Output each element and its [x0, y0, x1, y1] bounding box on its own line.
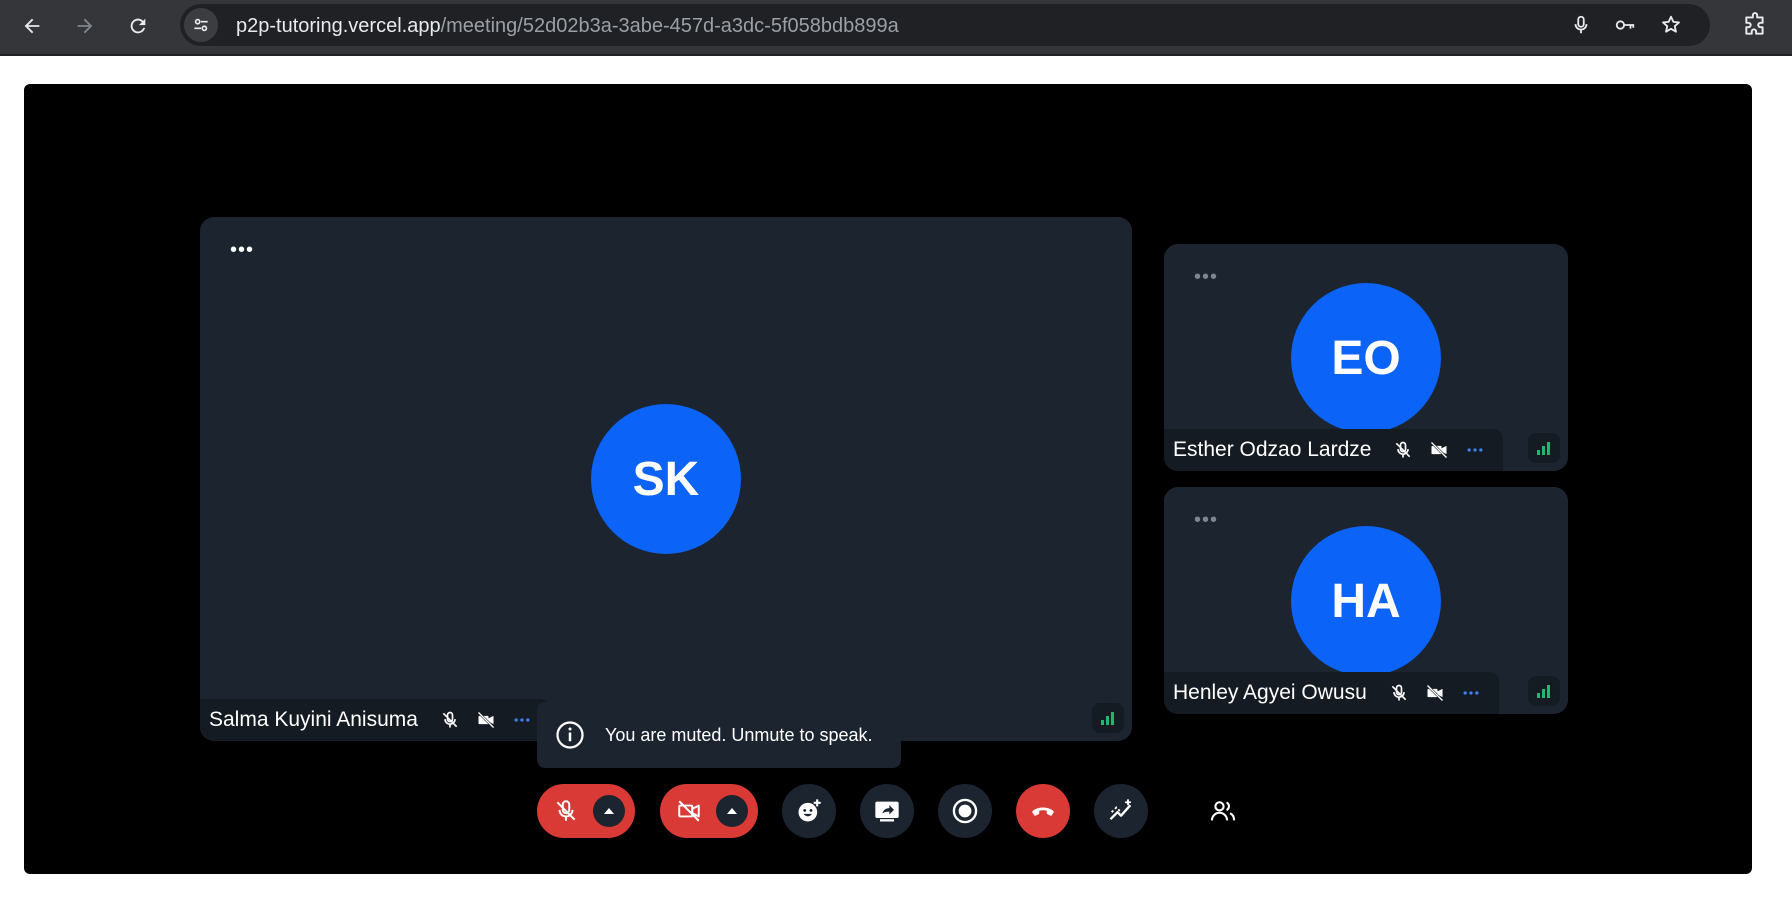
avatar: SK	[591, 404, 741, 554]
browser-toolbar: p2p-tutoring.vercel.app/meeting/52d02b3a…	[0, 0, 1792, 56]
address-bar[interactable]: p2p-tutoring.vercel.app/meeting/52d02b3a…	[180, 4, 1710, 46]
site-info-button[interactable]	[184, 8, 218, 42]
toast-message: You are muted. Unmute to speak.	[605, 724, 873, 745]
call-controls	[24, 782, 1752, 840]
tune-icon	[194, 18, 208, 32]
back-button[interactable]	[14, 8, 50, 44]
star-icon	[1662, 15, 1680, 33]
puzzle-icon	[1745, 12, 1764, 35]
back-arrow-icon	[24, 18, 40, 34]
microphone-icon	[1574, 15, 1588, 34]
url-path: /meeting/52d02b3a-3abe-457d-a3dc-5f058bd…	[440, 15, 899, 37]
reload-icon	[130, 18, 146, 34]
camera-off-icon[interactable]	[672, 794, 706, 828]
tile-more-options[interactable]: •••	[230, 240, 254, 260]
name-bar: Esther Odzao Lardze	[1164, 429, 1504, 471]
screen-share-icon	[875, 801, 899, 822]
stats-icon	[1109, 799, 1132, 820]
url-text[interactable]: p2p-tutoring.vercel.app/meeting/52d02b3a…	[236, 15, 899, 38]
key-icon	[1615, 20, 1635, 30]
more-options-icon[interactable]	[1453, 679, 1489, 707]
screen-share-button[interactable]	[860, 784, 914, 838]
info-icon	[553, 718, 587, 752]
tile-more-options[interactable]: •••	[1194, 267, 1218, 287]
signal-strength-icon	[1528, 433, 1560, 463]
tile-more-options[interactable]: •••	[1194, 510, 1218, 530]
forward-arrow-icon	[77, 18, 93, 34]
muted-toast: You are muted. Unmute to speak.	[537, 702, 901, 768]
camera-toggle-button[interactable]	[660, 784, 758, 838]
participants-button[interactable]	[1196, 784, 1250, 838]
extensions-button[interactable]	[1738, 8, 1772, 42]
reactions-button[interactable]	[782, 784, 836, 838]
signal-strength-icon	[1092, 703, 1124, 733]
audio-device-menu-button[interactable]	[593, 795, 625, 827]
name-bar: Henley Agyei Owusu	[1164, 672, 1499, 714]
hang-up-icon	[1032, 807, 1054, 816]
name-bar: Salma Kuyini Anisuma	[200, 699, 550, 741]
more-options-icon[interactable]	[1457, 436, 1493, 464]
participant-tile[interactable]: ••• HA Henley Agyei Owusu	[1164, 487, 1568, 714]
forward-button[interactable]	[67, 8, 103, 44]
people-icon	[1210, 801, 1236, 821]
password-manager-button[interactable]	[1612, 12, 1638, 38]
leave-call-button[interactable]	[1016, 784, 1070, 838]
participant-name: Henley Agyei Owusu	[1173, 681, 1367, 704]
more-options-icon[interactable]	[504, 706, 540, 734]
participant-tile-main[interactable]: ••• SK Salma Kuyini Anisuma	[200, 217, 1132, 741]
mic-off-icon	[1381, 679, 1417, 707]
emoji-add-icon	[798, 799, 821, 822]
reload-button[interactable]	[120, 8, 156, 44]
signal-strength-icon	[1528, 676, 1560, 706]
microphone-permission-button[interactable]	[1568, 12, 1594, 38]
mic-off-icon[interactable]	[549, 794, 583, 828]
video-device-menu-button[interactable]	[716, 795, 748, 827]
participant-name: Salma Kuyini Anisuma	[209, 708, 418, 731]
participant-tile[interactable]: ••• EO Esther Odzao Lardze	[1164, 244, 1568, 471]
avatar: HA	[1291, 526, 1441, 676]
record-button[interactable]	[938, 784, 992, 838]
url-host: p2p-tutoring.vercel.app	[236, 15, 441, 37]
mic-off-icon	[432, 706, 468, 734]
bookmark-button[interactable]	[1658, 12, 1684, 38]
mic-off-icon	[1385, 436, 1421, 464]
call-stats-button[interactable]	[1094, 784, 1148, 838]
caret-up-icon	[727, 808, 737, 814]
camera-off-icon	[468, 706, 504, 734]
avatar: EO	[1291, 283, 1441, 433]
caret-up-icon	[604, 808, 614, 814]
camera-off-icon	[1421, 436, 1457, 464]
participant-name: Esther Odzao Lardze	[1173, 438, 1372, 461]
camera-off-icon	[1417, 679, 1453, 707]
record-icon	[952, 798, 978, 824]
meeting-stage: ••• SK Salma Kuyini Anisuma ••• EO Esthe…	[24, 84, 1752, 874]
microphone-toggle-button[interactable]	[537, 784, 635, 838]
